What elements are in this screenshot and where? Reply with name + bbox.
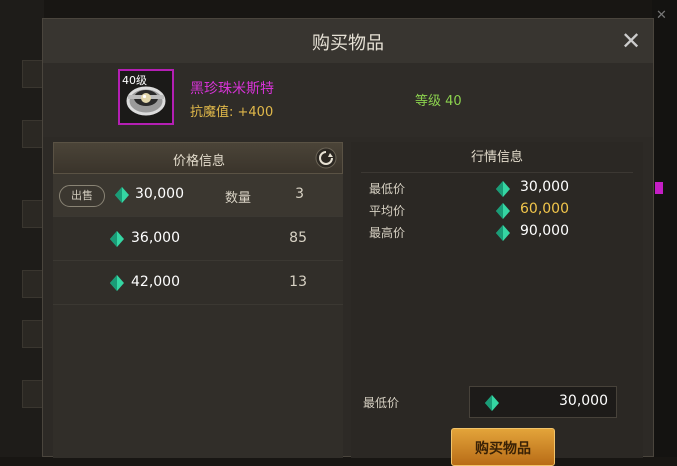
close-icon[interactable]: ✕	[617, 27, 645, 55]
market-info-panel: 行情信息 最低价 30,000 平均价 60,000 最高价 90,000 最低…	[351, 142, 643, 466]
market-value: 30,000	[520, 179, 569, 195]
currency-gem-icon	[496, 225, 510, 241]
price-value: 30,000	[135, 186, 184, 202]
price-row[interactable]: 42,000 13	[53, 262, 343, 305]
item-info-bar: 40级 黑珍珠米斯特 抗魔值: +400 等级 40	[43, 63, 653, 137]
currency-gem-icon	[496, 181, 510, 197]
price-value: 36,000	[131, 230, 180, 246]
quantity-value: 85	[289, 230, 307, 246]
buy-item-dialog: 购买物品 ✕ 40级 黑珍珠米斯特 抗魔值: +400 等级 40 价格信息 出…	[42, 18, 654, 466]
market-info-title: 行情信息	[470, 150, 523, 165]
market-label: 最高价	[369, 226, 406, 240]
buy-item-button[interactable]: 购买物品	[451, 428, 555, 466]
item-slot[interactable]: 40级	[118, 69, 174, 125]
market-value: 60,000	[520, 201, 569, 217]
sell-button[interactable]: 出售	[59, 185, 105, 207]
price-row[interactable]: 36,000 85	[53, 218, 343, 261]
market-value: 90,000	[520, 223, 569, 239]
market-row-max: 最高价 90,000	[369, 222, 631, 244]
currency-gem-icon	[485, 395, 499, 411]
item-level-badge: 40级	[122, 74, 147, 87]
currency-gem-icon	[110, 231, 124, 247]
divider	[361, 172, 633, 173]
price-value: 42,000	[131, 274, 180, 290]
bg-marker	[655, 182, 663, 194]
background-left-panel	[0, 0, 46, 457]
price-info-title: 价格信息	[172, 154, 225, 169]
min-price-value: 30,000	[559, 393, 608, 409]
item-stat: 抗魔值: +400	[190, 105, 274, 120]
buy-item-label: 购买物品	[475, 441, 531, 457]
min-price-label: 最低价	[363, 396, 400, 410]
quantity-value: 3	[295, 186, 304, 202]
refresh-icon[interactable]	[315, 147, 337, 169]
price-info-panel: 价格信息 出售 30,000 数量 3 36,000 85 42,000 13	[53, 142, 343, 458]
currency-gem-icon	[496, 203, 510, 219]
item-name: 黑珍珠米斯特	[190, 81, 274, 97]
bg-close-icon: ✕	[656, 8, 667, 23]
currency-gem-icon	[115, 187, 129, 203]
price-row[interactable]: 出售 30,000 数量 3	[53, 174, 343, 217]
quantity-label: 数量	[225, 191, 252, 206]
market-row-min: 最低价 30,000	[369, 178, 631, 200]
market-label: 平均价	[369, 204, 406, 218]
price-info-header: 价格信息	[53, 142, 343, 174]
market-row-avg: 平均价 60,000	[369, 200, 631, 222]
background-right-panel: ✕	[652, 0, 677, 457]
min-price-field[interactable]: 30,000	[469, 386, 617, 418]
dialog-title: 购买物品	[312, 33, 384, 54]
quantity-value: 13	[289, 274, 307, 290]
item-grade: 等级 40	[415, 94, 462, 109]
currency-gem-icon	[110, 275, 124, 291]
title-bar: 购买物品 ✕	[43, 19, 653, 64]
market-label: 最低价	[369, 182, 406, 196]
